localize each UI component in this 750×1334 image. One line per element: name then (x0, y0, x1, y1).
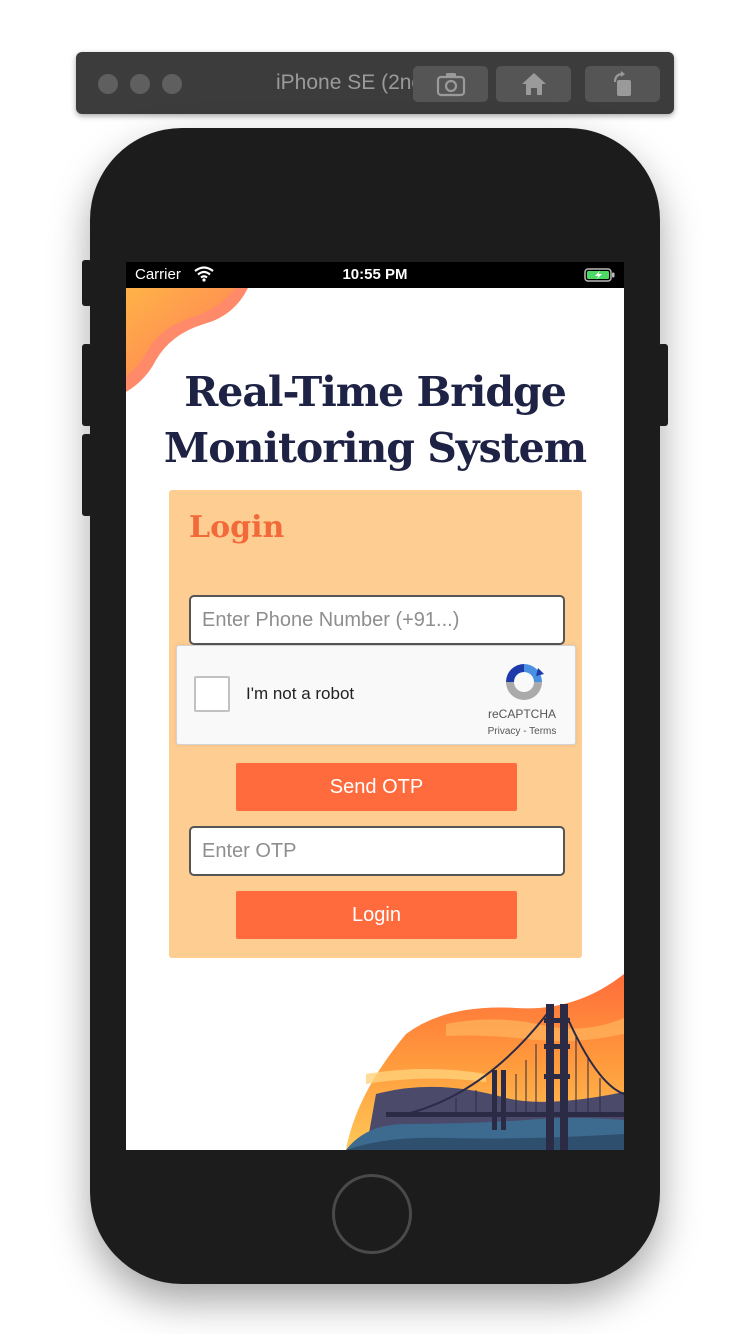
home-icon (521, 73, 546, 95)
close-window-button[interactable] (98, 74, 118, 94)
rotate-icon (613, 71, 631, 96)
minimize-window-button[interactable] (130, 74, 150, 94)
mute-switch (82, 260, 92, 306)
title-line-1: Real-Time Bridge (184, 368, 567, 416)
simulator-toolbar: iPhone SE (2nd gen... (76, 52, 674, 114)
clock-time: 10:55 PM (342, 266, 408, 283)
screenshot-icon (436, 73, 465, 97)
page-title: Real-Time Bridge Monitoring System (126, 364, 624, 476)
status-bar: Carrier 10:55 PM (126, 262, 624, 288)
phone-number-input[interactable]: Enter Phone Number (+91...) (189, 595, 565, 645)
volume-up-button (82, 344, 92, 426)
screenshot-button[interactable] (413, 66, 488, 102)
recaptcha-label: I'm not a robot (246, 684, 355, 703)
home-button[interactable] (332, 1174, 412, 1254)
recaptcha-privacy-terms-link[interactable]: Privacy - Terms (477, 726, 567, 737)
recaptcha-widget: I'm not a robot reCAPTCHA Privacy - Term… (176, 645, 576, 745)
recaptcha-checkbox[interactable] (194, 676, 230, 712)
golden-gate-bridge-illustration (346, 974, 624, 1150)
send-otp-button[interactable]: Send OTP (236, 763, 517, 811)
zoom-window-button[interactable] (162, 74, 182, 94)
login-card: Login Enter Phone Number (+91...) I'm no… (169, 490, 582, 958)
rotate-button[interactable] (585, 66, 660, 102)
battery-charging-icon (584, 268, 615, 282)
app-screen: Carrier 10:55 PM Real-Time Bridge Monito… (126, 262, 624, 1150)
title-line-2: Monitoring System (163, 424, 587, 472)
login-button[interactable]: Login (236, 891, 517, 939)
login-heading: Login (189, 510, 285, 545)
otp-input[interactable]: Enter OTP (189, 826, 565, 876)
recaptcha-logo-icon (506, 664, 544, 700)
home-toolbar-button[interactable] (496, 66, 571, 102)
volume-down-button (82, 434, 92, 516)
power-button (658, 344, 668, 426)
recaptcha-brand: reCAPTCHA (487, 707, 556, 721)
